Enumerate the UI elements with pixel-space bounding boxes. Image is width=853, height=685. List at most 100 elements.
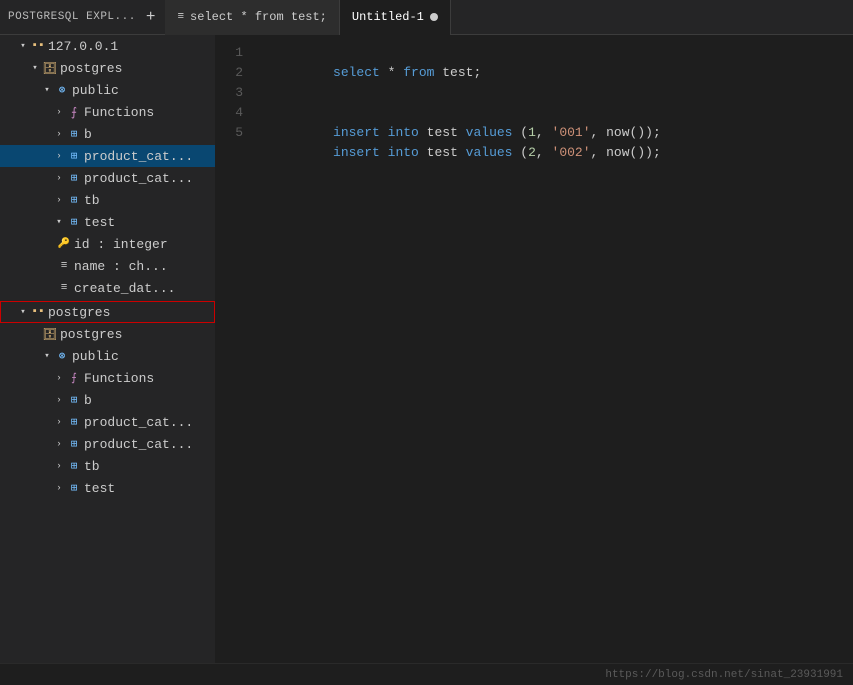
tab-untitled[interactable]: Untitled-1 (340, 0, 451, 35)
tree-col-id: 🔑 id : integer (0, 233, 215, 255)
line-code-5[interactable]: insert into test values (2, '002', now()… (255, 123, 853, 183)
chevron-icon: › (52, 371, 66, 385)
tab-select-from-test[interactable]: ≡ select * from test; (165, 0, 339, 35)
table-product-cat-2-label: product_cat... (84, 171, 193, 186)
tree-server-2[interactable]: ▾ ▪▪ postgres (0, 301, 215, 323)
chevron-icon: ▾ (16, 305, 30, 319)
col-icon: ≡ (56, 258, 72, 274)
col-name-label: name : ch... (74, 259, 168, 274)
chevron-icon: › (52, 193, 66, 207)
chevron-icon: ▾ (52, 215, 66, 229)
tree-table-tb-2[interactable]: › ⊞ tb (0, 455, 215, 477)
chevron-icon: ▾ (40, 83, 54, 97)
table-icon: ⊞ (66, 126, 82, 142)
sidebar: ▾ ▪▪ 127.0.0.1 ▾ 🗄 postgres ▾ ⊛ public ›… (0, 35, 215, 663)
db-2-label: postgres (60, 327, 122, 342)
tree-schema-2[interactable]: ▾ ⊛ public (0, 345, 215, 367)
watermark-text: https://blog.csdn.net/sinat_23931991 (605, 669, 843, 681)
table-product-cat-1-label: product_cat... (84, 149, 193, 164)
tree-table-test-2[interactable]: › ⊞ test (0, 477, 215, 499)
table-icon: ⊞ (66, 458, 82, 474)
keyword-from: from (403, 65, 434, 80)
table-tb-1-label: tb (84, 193, 100, 208)
editor-area: 1 select * from test; 2 3 4 insert into … (215, 35, 853, 663)
chevron-icon: › (52, 437, 66, 451)
table-icon: ⊞ (66, 192, 82, 208)
main-content: ▾ ▪▪ 127.0.0.1 ▾ 🗄 postgres ▾ ⊛ public ›… (0, 35, 853, 663)
table-icon: ⊞ (66, 170, 82, 186)
sym-table: test; (434, 65, 481, 80)
chevron-icon: › (52, 415, 66, 429)
line-number-5: 5 (215, 123, 255, 143)
table-icon: ⊞ (66, 414, 82, 430)
chevron-icon: › (52, 127, 66, 141)
table-b-label: b (84, 127, 92, 142)
functions-label: Functions (84, 105, 154, 120)
tree-schema-1[interactable]: ▾ ⊛ public (0, 79, 215, 101)
db-label: postgres (60, 61, 122, 76)
num-2: 2 (528, 145, 536, 160)
tree-col-name: ≡ name : ch... (0, 255, 215, 277)
schema-label: public (72, 83, 119, 98)
table-test-2-label: test (84, 481, 115, 496)
keyword-values-2: values (466, 145, 513, 160)
tree-table-b-1[interactable]: › ⊞ b (0, 123, 215, 145)
tree-table-product-cat-3[interactable]: › ⊞ product_cat... (0, 411, 215, 433)
table-test-1-label: test (84, 215, 115, 230)
schema-icon: ⊛ (54, 348, 70, 364)
tree-db-1[interactable]: ▾ 🗄 postgres (0, 57, 215, 79)
tree-table-tb-1[interactable]: › ⊞ tb (0, 189, 215, 211)
editor-content[interactable]: 1 select * from test; 2 3 4 insert into … (215, 35, 853, 663)
tree-table-product-cat-1[interactable]: › ⊞ product_cat... (0, 145, 215, 167)
server-2-label: postgres (48, 305, 110, 320)
chevron-icon: ▾ (40, 349, 54, 363)
add-connection-button[interactable]: + (146, 8, 156, 26)
col-createdat-label: create_dat... (74, 281, 175, 296)
line-code-1[interactable]: select * from test; (255, 43, 853, 103)
tree-table-test-1[interactable]: ▾ ⊞ test (0, 211, 215, 233)
keyword-into-2: into (388, 145, 419, 160)
server-icon: ▪▪ (30, 304, 46, 320)
server-label: 127.0.0.1 (48, 39, 118, 54)
chevron-icon: ▾ (16, 39, 30, 53)
tree-table-b-2[interactable]: › ⊞ b (0, 389, 215, 411)
tree-server-1[interactable]: ▾ ▪▪ 127.0.0.1 (0, 35, 215, 57)
tree-col-createdat: ≡ create_dat... (0, 277, 215, 299)
chevron-icon: › (52, 105, 66, 119)
col-id-label: id : integer (74, 237, 168, 252)
col-icon: ≡ (56, 280, 72, 296)
tree-functions-1[interactable]: › ⨍ Functions (0, 101, 215, 123)
functions-icon: ⨍ (66, 104, 82, 120)
chevron-icon: › (52, 149, 66, 163)
explorer-label: POSTGRESQL EXPL... (8, 11, 136, 23)
table-icon: ⊞ (66, 148, 82, 164)
tree-table-product-cat-2[interactable]: › ⊞ product_cat... (0, 167, 215, 189)
chevron-icon: › (52, 481, 66, 495)
footer: https://blog.csdn.net/sinat_23931991 (0, 663, 853, 685)
tree-db-2[interactable]: 🗄 postgres (0, 323, 215, 345)
chevron-icon: ▾ (28, 61, 42, 75)
db-icon: 🗄 (42, 326, 58, 342)
tree-table-product-cat-4[interactable]: › ⊞ product_cat... (0, 433, 215, 455)
schema-2-label: public (72, 349, 119, 364)
table-icon: ⊞ (66, 392, 82, 408)
line-number-2: 2 (215, 63, 255, 83)
unsaved-dot (430, 13, 438, 21)
line-number-4: 4 (215, 103, 255, 123)
code-line-4: 4 insert into test values (1, '001', now… (215, 103, 853, 123)
keyword-select: select (333, 65, 380, 80)
tab1-label: select * from test; (190, 10, 327, 24)
chevron-icon: › (52, 459, 66, 473)
line-number-1: 1 (215, 43, 255, 63)
sym-star: * (380, 65, 403, 80)
chevron-icon (28, 327, 42, 341)
server-icon: ▪▪ (30, 38, 46, 54)
table-icon: ⊞ (66, 480, 82, 496)
functions-icon: ⨍ (66, 370, 82, 386)
tree-functions-2[interactable]: › ⨍ Functions (0, 367, 215, 389)
table-icon: ⊞ (66, 214, 82, 230)
line-number-3: 3 (215, 83, 255, 103)
chevron-icon: › (52, 393, 66, 407)
table-product-cat-4-label: product_cat... (84, 437, 193, 452)
key-icon: 🔑 (56, 236, 72, 252)
